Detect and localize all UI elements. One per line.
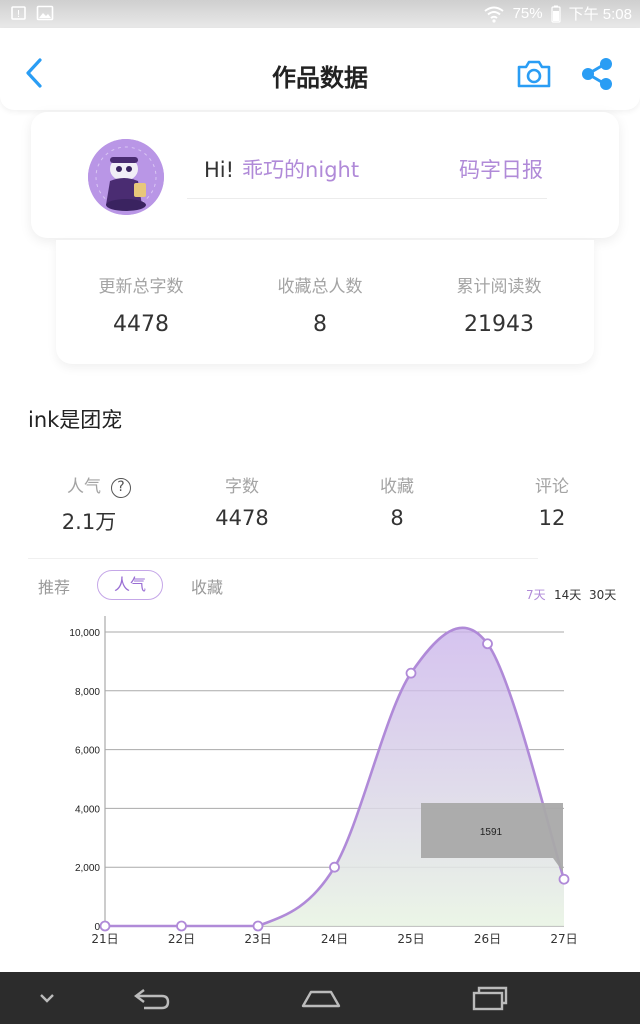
chart-tooltip-text: 1591 [480, 827, 503, 838]
back-icon[interactable] [132, 982, 172, 1014]
chart-svg: 02,0004,0006,0008,00010,00021日 22日 23日 24日 2… [69, 616, 578, 946]
work-stat-label: 字数 [225, 477, 259, 497]
y-tick-label: 2,000 [75, 863, 100, 874]
popularity-chart: 0 2,000 4,000 6,000 8,000 10,000 21日 22日 23日 24日 2… [0, 600, 640, 970]
profile-card: Hi! 乖巧的night 码字日报 [31, 112, 619, 238]
work-stat-value: 12 [538, 506, 566, 530]
work-stat-value: 8 [390, 506, 404, 530]
svg-text:!: ! [16, 9, 20, 20]
data-point [558, 873, 570, 885]
app-header: 作品数据 [0, 28, 640, 110]
work-title[interactable]: ink是团宠 [28, 404, 122, 434]
stat-value: 21943 [464, 312, 534, 337]
stat-label: 累计阅读数 [456, 277, 542, 297]
data-point [252, 920, 264, 932]
y-tick-label: 4,000 [75, 804, 100, 815]
share-button[interactable] [579, 56, 615, 92]
system-nav-bar [0, 972, 640, 1024]
work-stat-label: 人气 [67, 477, 101, 497]
area-fill [105, 627, 564, 926]
x-tick-label: 21日 [91, 932, 118, 946]
status-bar: ! 75% 下午 5:08 [0, 0, 640, 28]
help-icon[interactable]: ? [111, 478, 131, 498]
y-tick-label: 8,000 [75, 687, 100, 698]
clock: 下午 5:08 [568, 6, 632, 23]
battery-percent: 75% [512, 5, 543, 22]
data-point [329, 861, 340, 873]
username[interactable]: 乖巧的night [242, 154, 359, 184]
tab-recommend[interactable]: 推荐 [38, 574, 70, 598]
section-divider [28, 558, 538, 559]
work-stat-label-row: 人气? [24, 472, 174, 498]
app-screen: ! 75% 下午 5:08 作品数据 Hi! 乖巧的night 码字日报 更新总… [0, 0, 640, 1024]
greeting-divider [187, 198, 547, 199]
avatar-illustration [88, 139, 164, 215]
tab-popularity[interactable]: 人气 [97, 570, 163, 600]
work-stat-value: 2.1万 [61, 510, 117, 534]
stat-value: 8 [313, 312, 327, 337]
data-point [405, 667, 417, 679]
data-point [482, 638, 493, 650]
wifi-icon [483, 6, 504, 23]
data-point [99, 920, 111, 932]
x-tick-label: 24日 [321, 932, 348, 946]
work-stat-label: 评论 [535, 477, 569, 497]
y-tick-label: 10,000 [69, 628, 100, 639]
work-stat-value: 4478 [215, 506, 269, 530]
stat-label: 收藏总人数 [277, 277, 363, 297]
x-tick-label: 23日 [244, 932, 271, 946]
x-tick-label: 25日 [397, 932, 424, 946]
greeting-row: Hi! 乖巧的night [204, 154, 359, 184]
chevron-down-icon[interactable] [36, 982, 58, 1014]
work-stat-label: 收藏 [380, 477, 414, 497]
y-tick-label: 6,000 [75, 746, 100, 757]
home-icon[interactable] [299, 982, 343, 1014]
stat-label: 更新总字数 [98, 277, 184, 297]
recents-icon[interactable] [470, 982, 510, 1014]
summary-stats-card: 更新总字数 4478 收藏总人数 8 累计阅读数 21943 [56, 240, 594, 364]
x-tick-label: 27日 [550, 932, 577, 946]
storage-warning-icon: ! [11, 6, 26, 20]
greeting-text: Hi! [204, 158, 235, 182]
work-stats: 人气? 2.1万 字数 4478 收藏 8 评论 12 [0, 468, 640, 548]
image-icon [36, 5, 54, 21]
tab-collect[interactable]: 收藏 [191, 574, 223, 598]
stat-value: 4478 [113, 312, 169, 337]
data-point [176, 920, 187, 932]
battery-icon [551, 5, 561, 23]
daily-report-link[interactable]: 码字日报 [459, 154, 543, 184]
avatar[interactable] [88, 139, 164, 215]
x-tick-label: 26日 [474, 932, 501, 946]
x-tick-label: 22日 [168, 932, 195, 946]
camera-button[interactable] [516, 58, 552, 90]
